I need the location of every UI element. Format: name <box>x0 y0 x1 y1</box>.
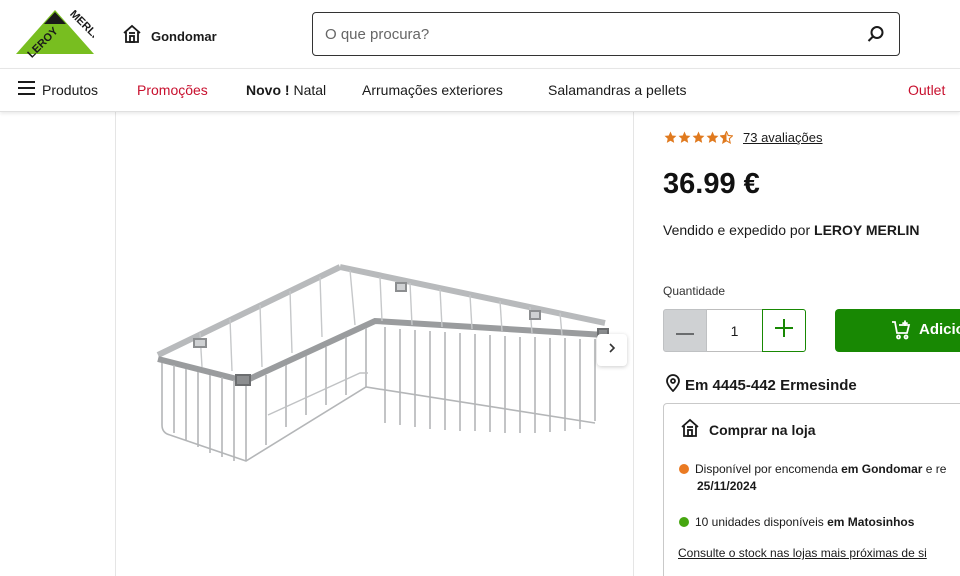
nav-promotions[interactable]: Promoções <box>137 82 208 98</box>
buy-in-store-label: Comprar na loja <box>709 421 816 438</box>
nav-storage-outdoor[interactable]: Arrumações exteriores <box>362 82 503 98</box>
avail-1-store: em Gondomar <box>841 462 923 476</box>
chevron-right-icon <box>607 341 617 359</box>
nav-pellet-stoves[interactable]: Salamandras a pellets <box>548 82 687 98</box>
product-rating: 73 avaliações <box>664 130 823 145</box>
avail-1-suffix: e re <box>922 462 947 476</box>
store-icon <box>680 418 700 441</box>
seller-prefix: Vendido e expedido por <box>663 222 815 238</box>
buy-in-store-title: Comprar na loja <box>680 418 816 441</box>
nav-outlet[interactable]: Outlet <box>908 82 945 98</box>
search-bar[interactable] <box>312 12 900 56</box>
reviews-link[interactable]: 73 avaliações <box>743 130 823 145</box>
gallery-right-border <box>633 112 634 576</box>
quantity-decrease-button[interactable] <box>663 309 707 352</box>
avail-1-prefix: Disponível por encomenda <box>695 462 842 476</box>
availability-matosinhos: 10 unidades disponíveis em Matosinhos <box>679 515 914 529</box>
store-name: Gondomar <box>151 29 217 44</box>
store-availability-box: Comprar na loja Disponível por encomenda… <box>663 403 960 576</box>
quantity-label: Quantidade <box>663 284 726 298</box>
nav-novo-rest: Natal <box>289 82 327 98</box>
menu-icon <box>18 81 35 98</box>
star-full-icon <box>692 131 705 143</box>
leroy-merlin-logo[interactable]: LEROY MERLIN <box>16 8 106 61</box>
delivery-location-label: Em 4445-442 Ermesinde <box>685 376 857 394</box>
add-to-cart-label: Adicio <box>919 321 960 338</box>
nav-novo-natal[interactable]: Novo ! Natal <box>246 82 326 98</box>
seller-name: LEROY MERLIN <box>814 222 920 238</box>
main-nav: Produtos Promoções Novo ! Natal Arrumaçõ… <box>0 68 960 112</box>
avail-2-prefix: 10 unidades disponíveis <box>695 515 828 529</box>
quantity-increase-button[interactable] <box>762 309 806 352</box>
nav-products-label: Produtos <box>42 81 99 98</box>
quantity-input[interactable]: 1 <box>707 309 762 352</box>
add-to-cart-button[interactable]: Adicio <box>835 309 960 352</box>
cart-add-icon <box>891 320 911 344</box>
store-selector[interactable]: Gondomar <box>122 24 217 49</box>
status-dot-green <box>679 517 689 527</box>
plus-icon <box>774 318 794 343</box>
store-house-icon <box>122 24 142 49</box>
next-image-button[interactable] <box>597 334 627 366</box>
minus-icon <box>676 322 694 340</box>
nearby-stock-link[interactable]: Consulte o stock nas lojas mais próximas… <box>678 546 927 560</box>
rating-stars <box>664 131 733 144</box>
product-image[interactable] <box>150 255 612 470</box>
availability-gondomar: Disponível por encomenda em Gondomar e r… <box>679 461 946 495</box>
product-price: 36.99 € <box>663 168 760 200</box>
star-half-icon <box>720 131 733 144</box>
star-full-icon <box>664 131 677 143</box>
header: LEROY MERLIN Gondomar <box>0 0 960 68</box>
nav-products[interactable]: Produtos <box>18 81 98 98</box>
star-full-icon <box>706 131 719 143</box>
seller-info: Vendido e expedido por LEROY MERLIN <box>663 222 920 238</box>
search-input[interactable] <box>325 25 865 43</box>
status-dot-orange <box>679 464 689 474</box>
nav-novo-bold: Novo ! <box>246 82 290 98</box>
avail-1-date: 25/11/2024 <box>697 479 757 493</box>
delivery-location[interactable]: Em 4445-442 Ermesinde <box>665 374 857 396</box>
location-pin-icon <box>665 374 681 396</box>
avail-2-store: em Matosinhos <box>827 515 915 529</box>
star-full-icon <box>678 131 691 143</box>
gallery-left-border <box>115 112 116 576</box>
quantity-stepper: 1 <box>663 309 806 352</box>
search-icon[interactable] <box>865 23 887 45</box>
